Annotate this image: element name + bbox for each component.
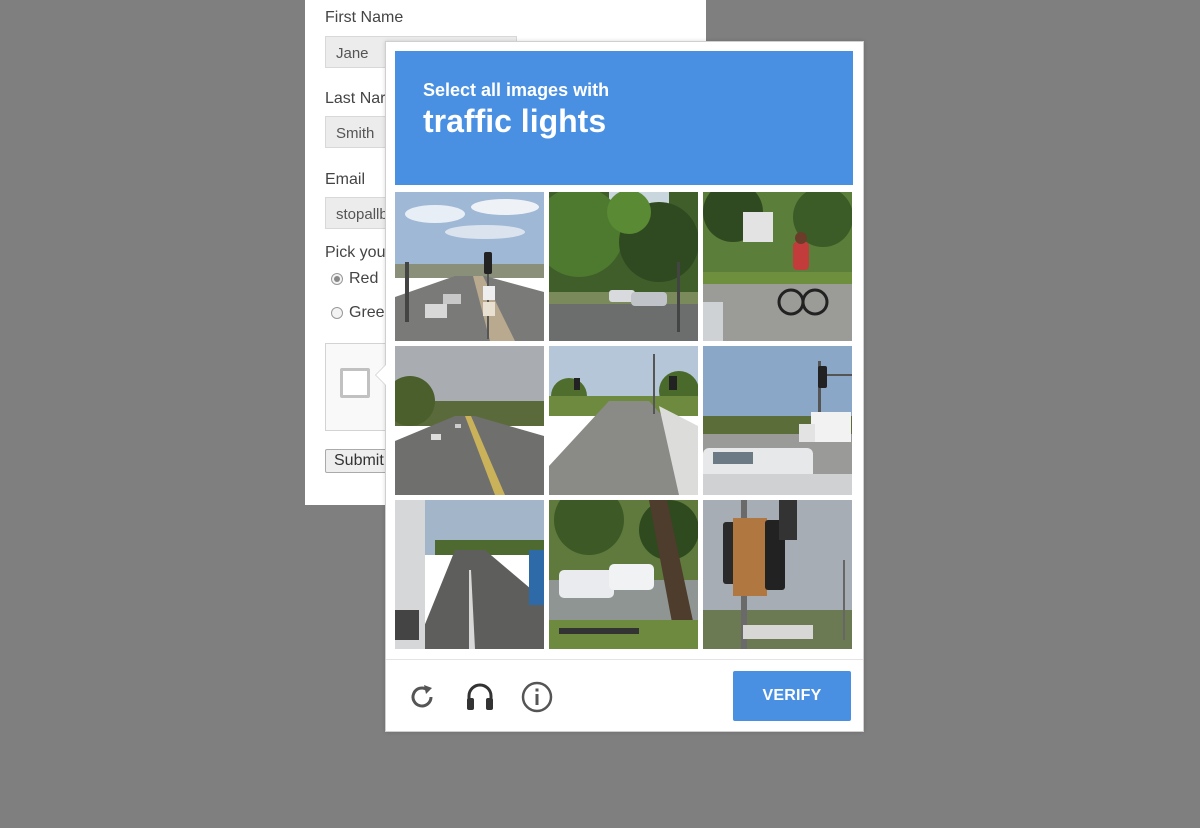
image-grid [395, 192, 854, 651]
challenge-target: traffic lights [423, 103, 607, 139]
radio-green-label: Greer [349, 304, 390, 321]
highway-truck-image [395, 500, 544, 649]
tree-parked-cars-image [549, 500, 698, 649]
challenge-instruction: Select all images with [423, 80, 610, 100]
challenge-footer: VERIFY [386, 659, 863, 731]
highway-image [395, 346, 544, 495]
image-tile[interactable] [703, 346, 852, 495]
info-icon[interactable] [520, 680, 554, 714]
image-tile[interactable] [549, 346, 698, 495]
reload-icon[interactable] [406, 680, 440, 714]
image-tile[interactable] [703, 500, 852, 649]
audio-headphones-icon[interactable] [463, 680, 497, 714]
radio-green-option[interactable]: Greer [331, 304, 390, 322]
recaptcha-checkbox[interactable] [340, 368, 370, 398]
email-label: Email [325, 171, 366, 188]
image-tile[interactable] [395, 500, 544, 649]
road-traffic-light-image [395, 192, 544, 341]
trees-parked-cars-image [549, 192, 698, 341]
image-tile[interactable] [549, 192, 698, 341]
image-tile[interactable] [703, 192, 852, 341]
radio-red[interactable] [331, 273, 343, 285]
image-tile[interactable] [395, 192, 544, 341]
last-name-label: Last Nar [325, 90, 386, 107]
road-intersection-image [549, 346, 698, 495]
verify-button[interactable]: VERIFY [733, 671, 851, 721]
first-name-label: First Name [325, 9, 404, 26]
radio-green[interactable] [331, 307, 343, 319]
radio-red-option[interactable]: Red [331, 270, 378, 288]
radio-red-label: Red [349, 270, 379, 287]
truck-traffic-light-image [703, 346, 852, 495]
pick-color-label: Pick you [325, 244, 386, 261]
image-tile[interactable] [395, 346, 544, 495]
traffic-lights-closeup-image [703, 500, 852, 649]
image-tile[interactable] [549, 500, 698, 649]
captcha-challenge-dialog: Select all images with traffic lights VE… [375, 41, 864, 732]
cyclist-image [703, 192, 852, 341]
challenge-header: Select all images with traffic lights [395, 51, 853, 185]
